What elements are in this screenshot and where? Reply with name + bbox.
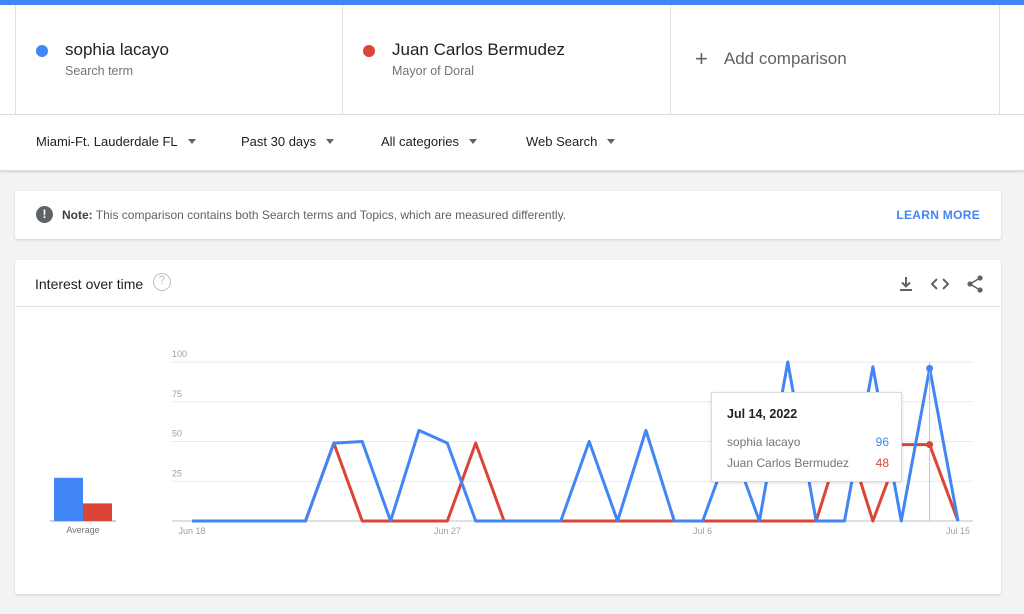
- average-chart: Average: [50, 477, 116, 535]
- interest-over-time-card: Interest over time ? Average 25 50 75 100 J…: [15, 260, 1001, 594]
- note-text: Note: This comparison contains both Sear…: [62, 208, 566, 222]
- x-tick-label: Jun 18: [178, 526, 205, 536]
- term-name[interactable]: sophia lacayo: [65, 40, 169, 60]
- category-dropdown[interactable]: All categories: [381, 134, 478, 149]
- term-card-1[interactable]: sophia lacayo Search term: [15, 5, 343, 115]
- time-range-dropdown[interactable]: Past 30 days: [241, 134, 335, 149]
- term-color-dot: [363, 45, 375, 57]
- card-title: Interest over time: [35, 276, 144, 292]
- x-tick-label: Jul 6: [693, 526, 712, 536]
- comparison-bar: sophia lacayo Search term Juan Carlos Be…: [0, 5, 1024, 115]
- hover-point: [926, 441, 934, 449]
- share-icon[interactable]: [965, 274, 985, 294]
- x-axis: Jun 18 Jun 27 Jul 6 Jul 15: [172, 520, 973, 536]
- add-comparison-button[interactable]: + Add comparison: [695, 46, 847, 71]
- note-banner: ! Note: This comparison contains both Se…: [15, 191, 1001, 239]
- tooltip-series-name: Juan Carlos Bermudez: [727, 456, 850, 470]
- term-card-2[interactable]: Juan Carlos Bermudez Mayor of Doral: [343, 5, 671, 115]
- search-type-dropdown[interactable]: Web Search: [526, 134, 616, 149]
- average-label: Average: [66, 525, 99, 535]
- term-type: Search term: [65, 64, 134, 78]
- average-bar-sophia-lacayo: [54, 477, 83, 521]
- region-dropdown[interactable]: Miami-Ft. Lauderdale FL: [36, 134, 196, 149]
- x-tick-label: Jun 27: [434, 526, 461, 536]
- tooltip-series-name: sophia lacayo: [727, 435, 801, 449]
- add-comparison-label: Add comparison: [723, 49, 847, 68]
- y-tick-label: 75: [172, 389, 182, 399]
- term-type: Mayor of Doral: [392, 64, 474, 78]
- time-range-label: Past 30 days: [241, 134, 317, 149]
- y-tick-label: 100: [172, 349, 187, 359]
- y-tick-label: 25: [172, 468, 182, 478]
- add-comparison-card[interactable]: + Add comparison: [671, 5, 1000, 115]
- info-icon: !: [36, 206, 53, 223]
- tooltip-row-2: Juan Carlos Bermudez 48: [727, 456, 889, 470]
- note-message: This comparison contains both Search ter…: [95, 208, 567, 222]
- term-name[interactable]: Juan Carlos Bermudez: [392, 40, 565, 60]
- term-color-dot: [36, 45, 48, 57]
- help-icon[interactable]: ?: [153, 273, 171, 291]
- filter-bar: Miami-Ft. Lauderdale FL Past 30 days All…: [0, 115, 1024, 171]
- search-type-label: Web Search: [526, 134, 598, 149]
- x-tick-label: Jul 15: [946, 526, 970, 536]
- caret-down-icon: [469, 139, 478, 144]
- region-label: Miami-Ft. Lauderdale FL: [36, 134, 178, 149]
- hover-point: [926, 364, 934, 372]
- plus-icon: +: [695, 46, 708, 71]
- caret-down-icon: [187, 139, 196, 144]
- tooltip-row-1: sophia lacayo 96: [727, 435, 889, 449]
- average-bar-juan-carlos-bermudez: [83, 503, 112, 521]
- tooltip-date: Jul 14, 2022: [727, 407, 798, 421]
- caret-down-icon: [607, 139, 616, 144]
- y-tick-label: 50: [172, 429, 182, 439]
- caret-down-icon: [326, 139, 335, 144]
- tooltip-value: 96: [875, 435, 889, 449]
- tooltip-value: 48: [875, 456, 889, 470]
- card-header: Interest over time ?: [15, 260, 1001, 307]
- category-label: All categories: [381, 134, 460, 149]
- note-label: Note:: [62, 208, 93, 222]
- learn-more-link[interactable]: LEARN MORE: [896, 208, 980, 222]
- download-icon[interactable]: [896, 274, 916, 294]
- embed-icon[interactable]: [930, 274, 950, 294]
- data-tooltip: Jul 14, 2022 sophia lacayo 96 Juan Carlo…: [711, 392, 902, 482]
